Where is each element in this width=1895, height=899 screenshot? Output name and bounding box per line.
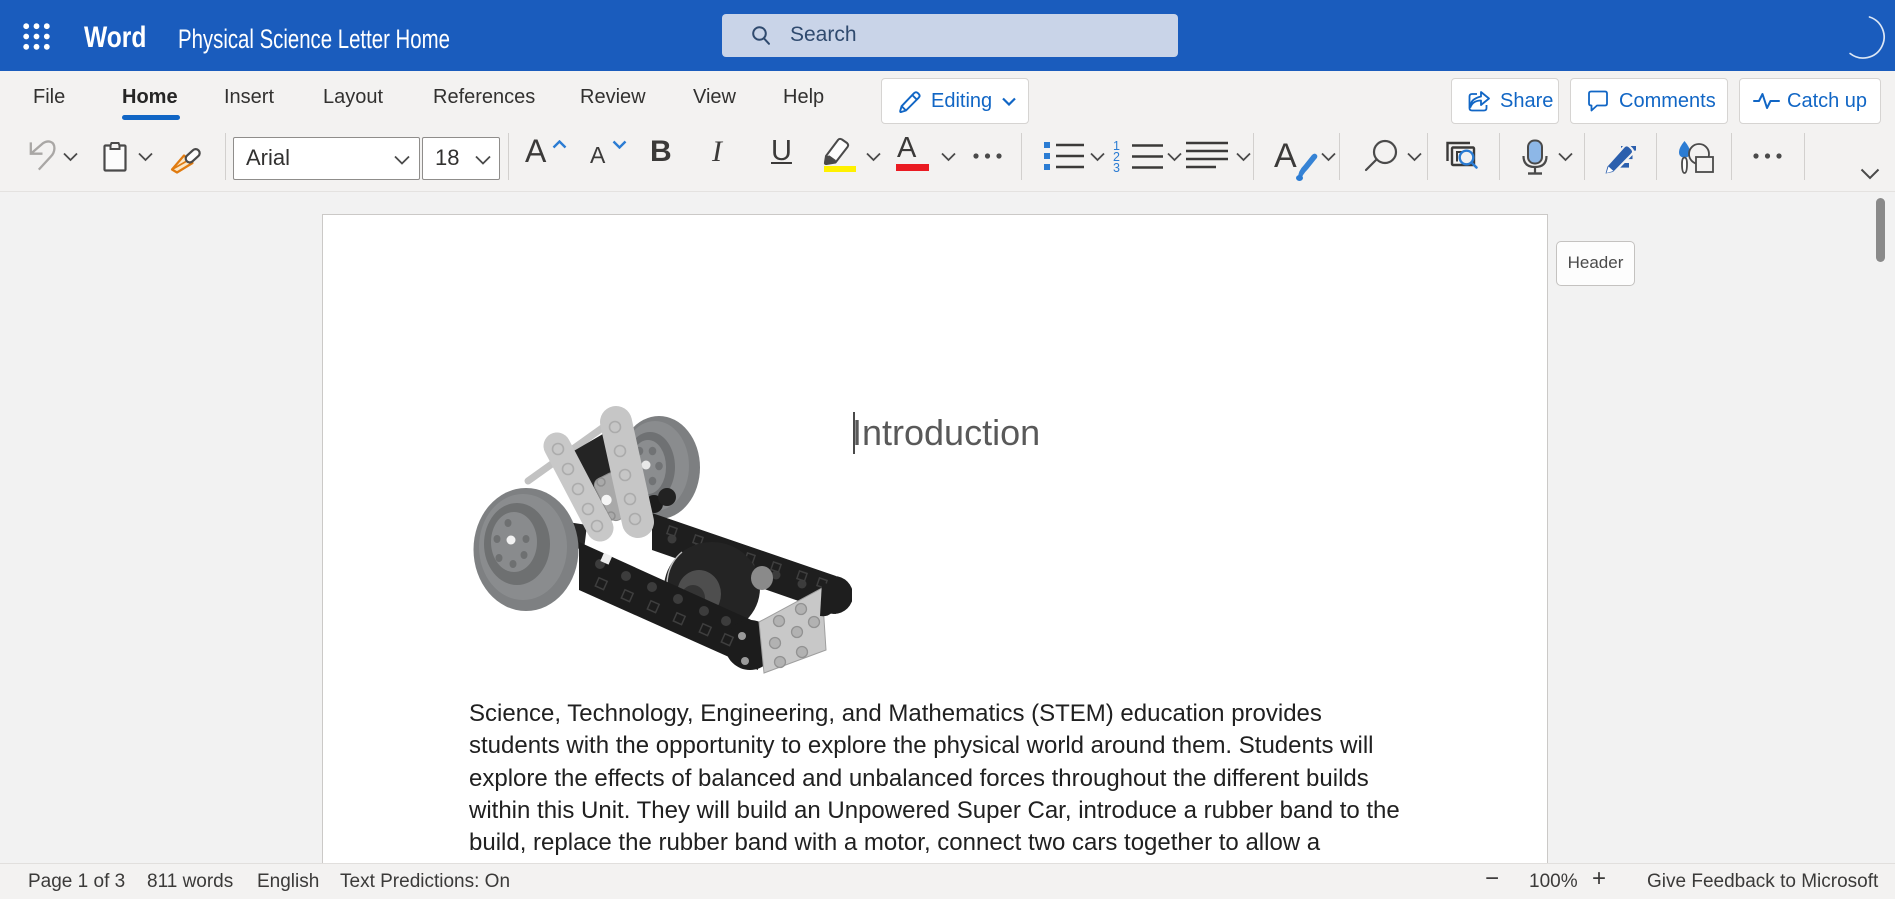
svg-text:A: A — [1274, 138, 1297, 175]
svg-text:3: 3 — [1113, 161, 1120, 173]
